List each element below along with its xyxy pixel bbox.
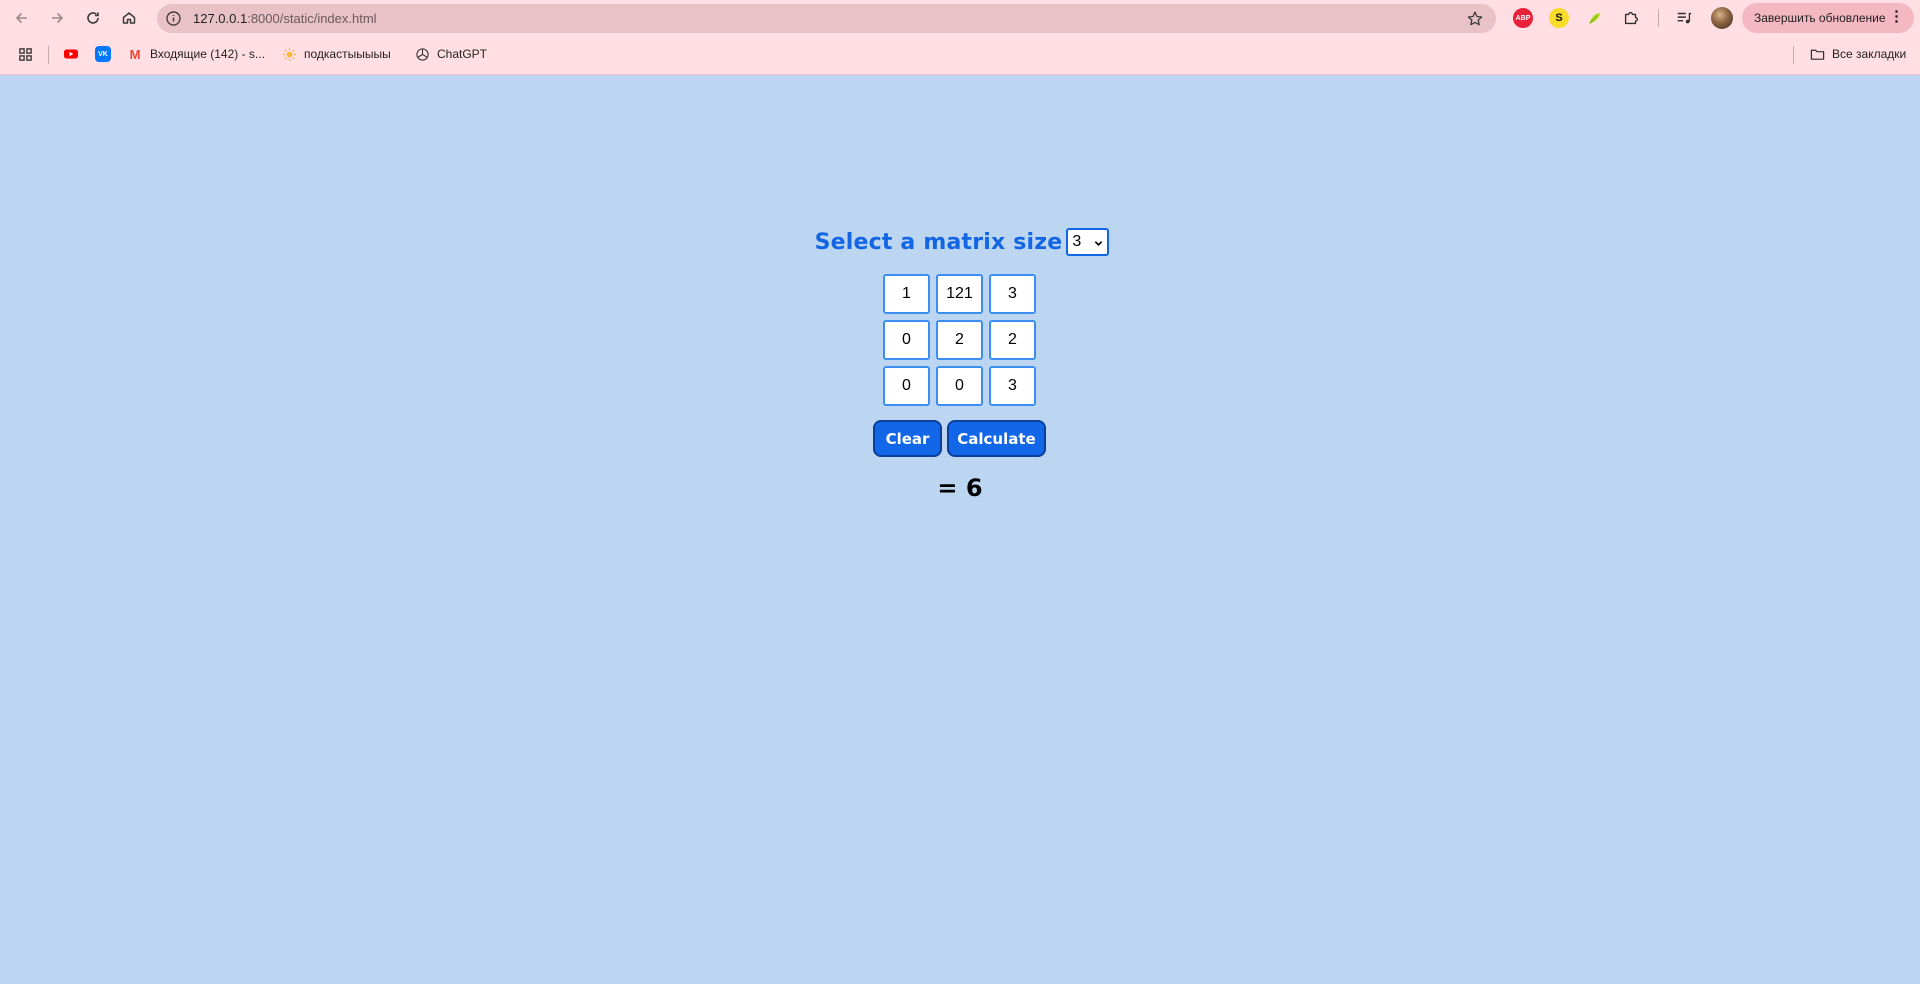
- url-text: 127.0.0.1:8000/static/index.html: [193, 11, 377, 26]
- gmail-icon: M: [129, 46, 141, 62]
- arrow-right-icon: [52, 12, 64, 24]
- finish-update-button[interactable]: Завершить обновление ⋮: [1742, 3, 1914, 33]
- s-extension-icon[interactable]: S: [1549, 8, 1569, 28]
- matrix-cell[interactable]: 2: [936, 320, 983, 360]
- sun-icon: [281, 46, 297, 62]
- bookmark-chatgpt-label: ChatGPT: [437, 47, 488, 61]
- matrix-size-value: 3: [1072, 233, 1082, 250]
- toolbar-separator: [1658, 9, 1659, 27]
- bookmark-vk[interactable]: VK: [95, 46, 118, 62]
- bookmarks-bar: VK M Входящие (142) - s... подкастыыыыы …: [0, 36, 1920, 75]
- site-info-icon[interactable]: [165, 10, 182, 27]
- folder-icon: [1809, 46, 1825, 62]
- bookmarks-separator-right: [1793, 46, 1794, 64]
- matrix-cell[interactable]: 121: [936, 274, 983, 314]
- bookmark-chatgpt[interactable]: ChatGPT: [414, 46, 487, 62]
- home-button[interactable]: [116, 5, 142, 31]
- youtube-icon: [63, 46, 79, 62]
- calculate-button[interactable]: Calculate: [947, 420, 1046, 457]
- abp-icon[interactable]: ABP: [1513, 8, 1533, 28]
- bookmarks-separator: [48, 46, 49, 64]
- result-text: = 6: [937, 474, 983, 502]
- forward-button[interactable]: [44, 5, 70, 31]
- matrix-cell[interactable]: 0: [883, 320, 930, 360]
- s-extension-label: S: [1555, 12, 1563, 24]
- page-content: Select a matrix size 3 1 121 3 0 2 2 0 0…: [0, 76, 1920, 981]
- bookmark-podcasts-label: подкастыыыыы: [304, 47, 391, 61]
- bookmark-gmail-label: Входящие (142) - s...: [150, 47, 265, 61]
- home-icon: [122, 12, 136, 24]
- bookmark-star-icon[interactable]: [1466, 10, 1484, 28]
- all-bookmarks-label: Все закладки: [1832, 47, 1907, 61]
- clear-button[interactable]: Clear: [873, 420, 942, 457]
- more-menu-icon[interactable]: ⋮: [1889, 9, 1904, 24]
- media-icon[interactable]: [1674, 8, 1694, 28]
- finish-update-label: Завершить обновление: [1754, 11, 1886, 25]
- bookmark-youtube[interactable]: [63, 46, 86, 62]
- abp-label: ABP: [1515, 14, 1531, 22]
- matrix-cell[interactable]: 0: [936, 366, 983, 406]
- browser-toolbar: 127.0.0.1:8000/static/index.html ABP S З…: [0, 0, 1920, 36]
- matrix-cell[interactable]: 2: [989, 320, 1036, 360]
- chatgpt-icon: [414, 46, 430, 62]
- all-bookmarks-button[interactable]: Все закладки: [1809, 46, 1906, 62]
- chevron-down-icon: [1095, 241, 1103, 246]
- apps-button[interactable]: [17, 46, 40, 62]
- matrix-cell[interactable]: 0: [883, 366, 930, 406]
- leaf-icon[interactable]: [1585, 8, 1605, 28]
- profile-avatar[interactable]: [1711, 7, 1733, 29]
- matrix-cell[interactable]: 1: [883, 274, 930, 314]
- action-buttons: Clear Calculate: [873, 420, 1046, 457]
- puzzle-icon[interactable]: [1621, 8, 1641, 28]
- size-selector-row: Select a matrix size 3: [0, 228, 1920, 256]
- reload-button[interactable]: [80, 5, 106, 31]
- bookmark-podcasts[interactable]: подкастыыыыы: [281, 46, 391, 62]
- matrix-grid: 1 121 3 0 2 2 0 0 3: [883, 274, 1036, 406]
- back-button[interactable]: [9, 5, 35, 31]
- matrix-cell[interactable]: 3: [989, 366, 1036, 406]
- arrow-left-icon: [15, 12, 27, 24]
- page-title: Select a matrix size: [814, 229, 1063, 255]
- matrix-size-select[interactable]: 3: [1066, 228, 1110, 256]
- vk-icon: VK: [95, 46, 111, 62]
- apps-grid-icon: [17, 46, 33, 62]
- reload-icon: [87, 12, 99, 24]
- bookmark-gmail[interactable]: M Входящие (142) - s...: [127, 46, 265, 62]
- matrix-cell[interactable]: 3: [989, 274, 1036, 314]
- address-bar[interactable]: 127.0.0.1:8000/static/index.html: [157, 4, 1496, 33]
